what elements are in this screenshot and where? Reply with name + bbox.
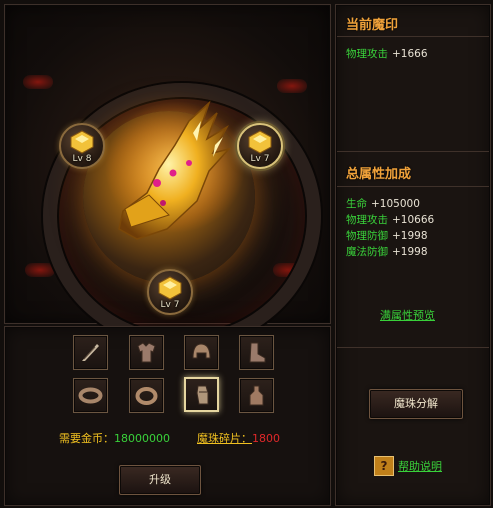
total-stat-row: 物理防御 +1998 <box>346 228 428 243</box>
current-stat-row: 物理攻击 +1666 <box>346 46 428 61</box>
gem-level-label: Lv 7 <box>160 300 180 310</box>
stat-name: 物理防御 <box>346 230 388 242</box>
equip-slot-bottle[interactable] <box>239 378 274 413</box>
stat-value: +10666 <box>392 214 435 226</box>
divider <box>337 347 489 348</box>
rune-decoration <box>25 263 55 277</box>
total-stat-row: 魔法防御 +1998 <box>346 244 428 259</box>
help-icon[interactable]: ? <box>374 456 394 476</box>
decompose-button[interactable]: 魔珠分解 <box>369 389 463 419</box>
equip-slot-gauntlet[interactable] <box>184 377 219 412</box>
seal-display-stage: Lv 8 Lv 7 Lv 7 <box>4 4 331 349</box>
equip-slot-helmet[interactable] <box>184 335 219 370</box>
equip-slot-ring[interactable] <box>129 378 164 413</box>
equip-slot-boots[interactable] <box>239 335 274 370</box>
gem-socket-right[interactable]: Lv 7 <box>237 123 283 169</box>
full-attributes-preview-link[interactable]: 满属性预览 <box>380 307 435 323</box>
gem-socket-bottom[interactable]: Lv 7 <box>147 269 193 315</box>
gauntlet-icon <box>196 385 209 405</box>
stat-name: 魔法防御 <box>346 246 388 258</box>
stat-value: +105000 <box>371 198 420 210</box>
stat-name: 物理攻击 <box>346 214 388 226</box>
total-stat-row: 物理攻击 +10666 <box>346 212 434 227</box>
shard-cost: 魔珠碎片：1800 <box>197 430 280 446</box>
rune-decoration <box>23 75 53 89</box>
stat-value: +1666 <box>392 48 428 60</box>
attribute-panel: 当前魔印 物理攻击 +1666 总属性加成 生命 +105000 物理攻击 +1066… <box>335 4 491 506</box>
gem-level-label: Lv 8 <box>72 154 92 164</box>
boots-icon <box>249 342 266 363</box>
divider <box>337 151 489 152</box>
armor-icon <box>137 342 156 363</box>
bottle-icon <box>249 385 264 406</box>
seal-upgrade-window: Lv 8 Lv 7 Lv 7 需要金币：18000000 魔珠碎片：1800 升… <box>0 0 493 508</box>
help-link[interactable]: 帮助说明 <box>398 458 442 474</box>
current-seal-title: 当前魔印 <box>346 18 399 33</box>
gold-cost: 需要金币：18000000 <box>59 430 170 446</box>
gold-gem-icon <box>70 130 94 154</box>
stat-value: +1998 <box>392 246 428 258</box>
equip-slot-feather[interactable] <box>73 335 108 370</box>
bracelet-icon <box>78 387 103 404</box>
total-stat-row: 生命 +105000 <box>346 196 420 211</box>
gem-level-label: Lv 7 <box>250 154 270 164</box>
helmet-icon <box>192 343 211 359</box>
shard-cost-label[interactable]: 魔珠碎片： <box>197 432 252 445</box>
golden-gauntlet-icon <box>105 100 245 240</box>
feather-icon <box>82 344 99 361</box>
stat-name: 物理攻击 <box>346 48 388 60</box>
divider <box>337 186 489 187</box>
gold-cost-label: 需要金币： <box>59 432 114 445</box>
gold-gem-icon <box>248 130 272 154</box>
gold-cost-value: 18000000 <box>114 432 170 445</box>
equip-slot-bracelet[interactable] <box>73 378 108 413</box>
equipment-panel: 需要金币：18000000 魔珠碎片：1800 升级 <box>4 326 331 506</box>
stat-value: +1998 <box>392 230 428 242</box>
rune-decoration <box>277 79 307 93</box>
shard-cost-value: 1800 <box>252 432 280 445</box>
divider <box>337 36 489 37</box>
upgrade-button[interactable]: 升级 <box>119 465 201 495</box>
gold-gem-icon <box>158 276 182 300</box>
gem-socket-left[interactable]: Lv 8 <box>59 123 105 169</box>
total-attributes-title: 总属性加成 <box>346 167 412 182</box>
ring-icon <box>135 387 158 405</box>
stat-name: 生命 <box>346 198 367 210</box>
equip-slot-armor[interactable] <box>129 335 164 370</box>
